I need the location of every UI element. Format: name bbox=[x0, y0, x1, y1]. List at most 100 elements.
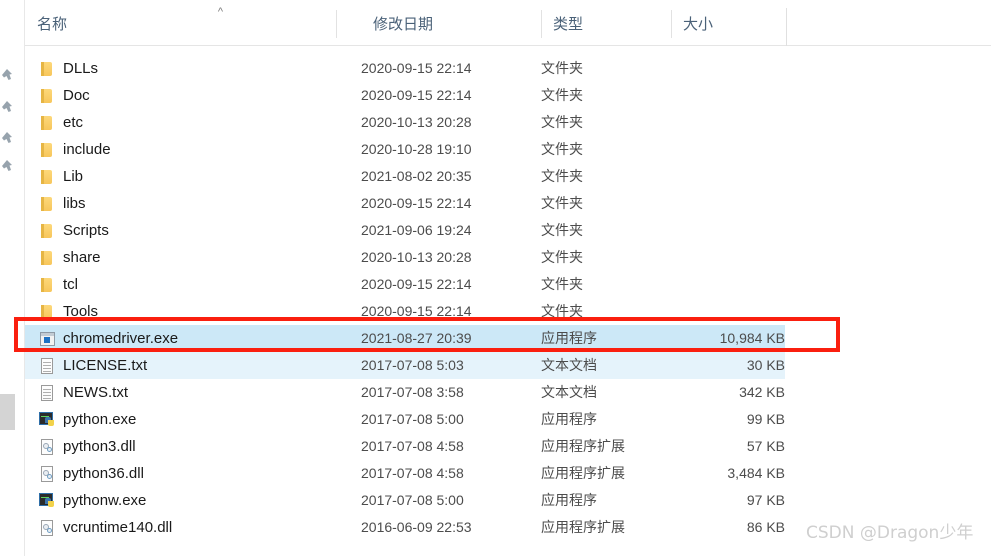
file-date-modified: 2020-10-28 19:10 bbox=[361, 141, 472, 157]
file-name: share bbox=[63, 249, 101, 266]
file-type: 文本文档 bbox=[541, 384, 597, 400]
file-size: 57 KB bbox=[746, 438, 785, 454]
pin-icon[interactable] bbox=[0, 100, 13, 113]
file-date-modified: 2020-09-15 22:14 bbox=[361, 60, 472, 76]
file-date-modified: 2016-06-09 22:53 bbox=[361, 519, 472, 535]
file-size bbox=[645, 109, 785, 136]
file-type: 文件夹 bbox=[541, 222, 583, 238]
column-header-type[interactable]: 类型 bbox=[541, 9, 645, 40]
file-name: include bbox=[63, 141, 111, 158]
file-name: DLLs bbox=[63, 60, 99, 77]
file-name: python3.dll bbox=[63, 438, 136, 455]
folder-icon bbox=[38, 60, 57, 78]
dll-icon bbox=[38, 438, 57, 456]
file-type: 应用程序扩展 bbox=[541, 465, 625, 481]
file-name: Doc bbox=[63, 87, 90, 104]
file-row[interactable]: Lib 2021-08-02 20:35 文件夹 bbox=[25, 163, 785, 190]
file-name: Lib bbox=[63, 168, 84, 185]
file-row[interactable]: pythonw.exe 2017-07-08 5:00 应用程序 97 KB bbox=[25, 487, 785, 514]
file-date-modified: 2017-07-08 4:58 bbox=[361, 438, 464, 454]
file-date-modified: 2021-08-02 20:35 bbox=[361, 168, 472, 184]
file-type: 文件夹 bbox=[541, 87, 583, 103]
watermark-text: CSDN @Dragon少年 bbox=[806, 523, 974, 543]
file-row[interactable]: Doc 2020-09-15 22:14 文件夹 bbox=[25, 82, 785, 109]
file-row[interactable]: Tools 2020-09-15 22:14 文件夹 bbox=[25, 298, 785, 325]
file-size bbox=[645, 244, 785, 271]
file-row[interactable]: chromedriver.exe 2021-08-27 20:39 应用程序 10,9… bbox=[25, 325, 785, 352]
file-size bbox=[645, 55, 785, 82]
file-date-modified: 2021-09-06 19:24 bbox=[361, 222, 472, 238]
file-row[interactable]: libs 2020-09-15 22:14 文件夹 bbox=[25, 190, 785, 217]
file-size: 86 KB bbox=[746, 519, 785, 535]
dll-icon bbox=[38, 519, 57, 537]
file-row[interactable]: python36.dll 2017-07-08 4:58 应用程序扩展 3,484 K… bbox=[25, 460, 785, 487]
file-type: 文本文档 bbox=[541, 357, 597, 373]
file-explorer-window: ^ 名称 修改日期 类型 大小 DLLs 2020-09-15 22:14 文件夹 D… bbox=[0, 0, 991, 556]
file-row[interactable]: vcruntime140.dll 2016-06-09 22:53 应用程序扩展 86… bbox=[25, 514, 785, 541]
folder-icon bbox=[38, 276, 57, 294]
column-header-name[interactable]: 名称 bbox=[25, 9, 336, 40]
file-date-modified: 2017-07-08 5:00 bbox=[361, 411, 464, 427]
navigation-pane bbox=[0, 0, 24, 556]
file-row[interactable]: share 2020-10-13 20:28 文件夹 bbox=[25, 244, 785, 271]
file-row[interactable]: tcl 2020-09-15 22:14 文件夹 bbox=[25, 271, 785, 298]
file-type: 文件夹 bbox=[541, 195, 583, 211]
file-type: 文件夹 bbox=[541, 249, 583, 265]
file-name: python.exe bbox=[63, 411, 137, 428]
file-date-modified: 2017-07-08 5:00 bbox=[361, 492, 464, 508]
folder-icon bbox=[38, 249, 57, 267]
column-divider[interactable] bbox=[786, 8, 787, 46]
file-row[interactable]: DLLs 2020-09-15 22:14 文件夹 bbox=[25, 55, 785, 82]
file-row[interactable]: Scripts 2021-09-06 19:24 文件夹 bbox=[25, 217, 785, 244]
pin-icon[interactable] bbox=[0, 159, 13, 172]
folder-icon bbox=[38, 303, 57, 321]
file-name: vcruntime140.dll bbox=[63, 519, 173, 536]
file-name: etc bbox=[63, 114, 84, 131]
file-type: 文件夹 bbox=[541, 60, 583, 76]
file-row[interactable]: LICENSE.txt 2017-07-08 5:03 文本文档 30 KB bbox=[25, 352, 785, 379]
file-date-modified: 2020-09-15 22:14 bbox=[361, 303, 472, 319]
file-date-modified: 2017-07-08 5:03 bbox=[361, 357, 464, 373]
python-icon bbox=[38, 411, 57, 429]
file-date-modified: 2020-09-15 22:14 bbox=[361, 87, 472, 103]
file-size: 30 KB bbox=[746, 357, 785, 373]
file-size bbox=[645, 190, 785, 217]
file-name: tcl bbox=[63, 276, 78, 293]
column-header-date-modified[interactable]: 修改日期 bbox=[361, 9, 541, 40]
file-name: NEWS.txt bbox=[63, 384, 129, 401]
folder-icon bbox=[38, 114, 57, 132]
file-row[interactable]: python.exe 2017-07-08 5:00 应用程序 99 KB bbox=[25, 406, 785, 433]
column-divider[interactable] bbox=[336, 10, 337, 38]
file-name: libs bbox=[63, 195, 86, 212]
folder-icon bbox=[38, 195, 57, 213]
folder-icon bbox=[38, 222, 57, 240]
file-date-modified: 2021-08-27 20:39 bbox=[361, 330, 472, 346]
file-name: python36.dll bbox=[63, 465, 144, 482]
file-name: LICENSE.txt bbox=[63, 357, 148, 374]
file-row[interactable]: etc 2020-10-13 20:28 文件夹 bbox=[25, 109, 785, 136]
file-type: 文件夹 bbox=[541, 168, 583, 184]
folder-icon bbox=[38, 141, 57, 159]
file-size: 97 KB bbox=[746, 492, 785, 508]
pin-icon[interactable] bbox=[0, 131, 13, 144]
file-row[interactable]: include 2020-10-28 19:10 文件夹 bbox=[25, 136, 785, 163]
file-row[interactable]: NEWS.txt 2017-07-08 3:58 文本文档 342 KB bbox=[25, 379, 785, 406]
column-header-size[interactable]: 大小 bbox=[671, 9, 786, 40]
file-date-modified: 2020-10-13 20:28 bbox=[361, 249, 472, 265]
file-row[interactable]: python3.dll 2017-07-08 4:58 应用程序扩展 57 KB bbox=[25, 433, 785, 460]
file-date-modified: 2017-07-08 3:58 bbox=[361, 384, 464, 400]
folder-icon bbox=[38, 87, 57, 105]
file-size bbox=[645, 82, 785, 109]
file-type: 文件夹 bbox=[541, 114, 583, 130]
file-type: 文件夹 bbox=[541, 303, 583, 319]
navigation-pane-scrollbar-thumb[interactable] bbox=[0, 394, 15, 430]
python-icon bbox=[38, 492, 57, 510]
file-type: 应用程序 bbox=[541, 492, 597, 508]
pin-icon[interactable] bbox=[0, 68, 13, 81]
file-size bbox=[645, 217, 785, 244]
folder-icon bbox=[38, 168, 57, 186]
file-type: 应用程序扩展 bbox=[541, 438, 625, 454]
file-type: 文件夹 bbox=[541, 276, 583, 292]
file-date-modified: 2017-07-08 4:58 bbox=[361, 465, 464, 481]
file-size bbox=[645, 298, 785, 325]
